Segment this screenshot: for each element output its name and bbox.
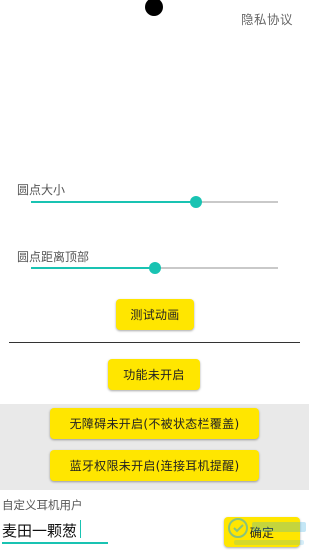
dot-size-label: 圆点大小 <box>17 183 66 197</box>
confirm-button[interactable]: 确定 <box>224 517 300 547</box>
divider <box>9 342 300 343</box>
dot-top-distance-slider-thumb[interactable] <box>149 262 161 274</box>
dot-top-distance-label: 圆点距离顶部 <box>17 250 90 264</box>
privacy-policy-link[interactable]: 隐私协议 <box>241 9 293 28</box>
custom-user-label: 自定义耳机用户 <box>2 498 83 512</box>
text-caret <box>80 520 81 538</box>
accessibility-permission-button[interactable]: 无障碍未开启(不被状态栏覆盖) <box>50 408 259 439</box>
dot-size-slider-thumb[interactable] <box>190 196 202 208</box>
test-animation-button[interactable]: 测试动画 <box>116 299 194 330</box>
floating-dot-preview <box>145 0 163 16</box>
app-screen: 隐私协议 圆点大小 圆点距离顶部 测试动画 功能未开启 无障碍未开启(不被状态栏… <box>0 0 309 550</box>
custom-user-name-input[interactable] <box>2 518 108 544</box>
feature-toggle-button[interactable]: 功能未开启 <box>108 359 200 390</box>
dot-top-distance-slider[interactable] <box>31 262 278 274</box>
dot-size-slider-fill <box>31 201 196 203</box>
bluetooth-permission-button[interactable]: 蓝牙权限未开启(连接耳机提醒) <box>50 450 259 481</box>
dot-top-distance-slider-fill <box>31 267 155 269</box>
dot-size-slider[interactable] <box>31 196 278 208</box>
